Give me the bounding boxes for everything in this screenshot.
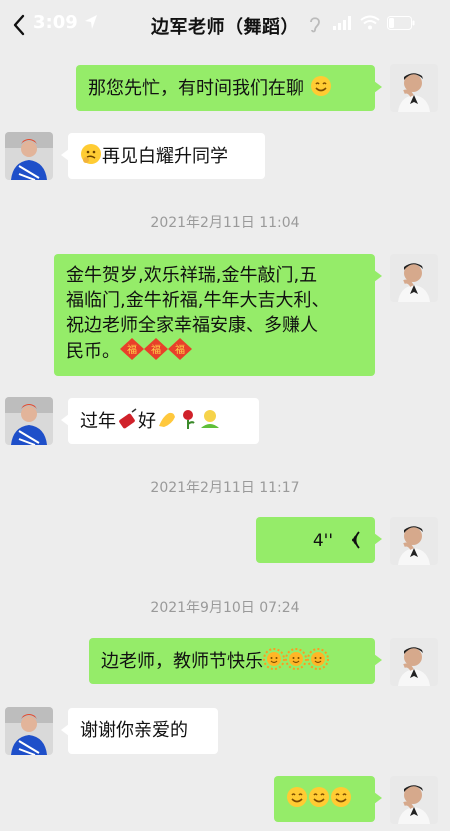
smile-emoji-icon (287, 787, 307, 807)
message-text: 民币。 (66, 341, 120, 362)
firecracker-emoji-icon (119, 408, 137, 429)
wifi-icon (360, 15, 380, 30)
svg-text:福: 福 (127, 343, 137, 356)
clapping-hands-emoji-icon (159, 412, 175, 427)
message-text: 那您先忙，有时间我们在聊 (88, 78, 304, 99)
fu-emoji-icon: 福 (168, 338, 192, 360)
title-bar: 3:09 边军老师（舞蹈） (0, 0, 450, 52)
rose-emoji-icon (183, 410, 195, 429)
message-bubble-received[interactable]: 再见白耀升同学 (61, 133, 265, 179)
message-text-line: 福临门,金牛祈福,牛年大吉大利、 (66, 290, 330, 311)
message-bubble-sent[interactable]: 金牛贺岁,欢乐祥瑞,金牛敲门,五 福临门,金牛祈福,牛年大吉大利、 祝边老师全家… (54, 254, 382, 376)
smile-emoji-icon (309, 787, 329, 807)
message-text-line: 金牛贺岁,欢乐祥瑞,金牛敲门,五 (66, 265, 318, 286)
signal-icon (333, 16, 351, 30)
message-text: 再见白耀升同学 (102, 146, 228, 167)
avatar-me[interactable] (390, 254, 438, 302)
fu-emoji-icon: 福 (120, 338, 144, 360)
battery-icon (387, 16, 415, 30)
hugging-emoji-icon (201, 410, 219, 428)
message-bubble-sent[interactable]: 边老师，教师节快乐 (89, 638, 382, 684)
message-text: 过年 (80, 411, 116, 432)
ear-icon (310, 17, 320, 33)
timestamp: 2021年9月10日 07:24 (150, 600, 300, 616)
message-text: 好 (138, 411, 156, 432)
message-bubble-received[interactable]: 谢谢你亲爱的 (61, 708, 218, 754)
avatar-contact[interactable] (5, 397, 53, 445)
timestamp: 2021年2月11日 11:17 (150, 480, 300, 496)
fu-emoji-icon: 福 (144, 338, 168, 360)
sun-emoji-icon (285, 648, 307, 670)
message-text: 谢谢你亲爱的 (80, 720, 188, 741)
avatar-contact[interactable] (5, 132, 53, 180)
chat-title: 边军老师（舞蹈） (151, 17, 299, 38)
avatar-me[interactable] (390, 776, 438, 824)
svg-text:福: 福 (175, 343, 185, 356)
message-bubble-sent[interactable]: 那您先忙，有时间我们在聊 (76, 65, 382, 111)
avatar-me[interactable] (390, 517, 438, 565)
svg-text:福: 福 (151, 343, 161, 356)
message-text-line: 祝边老师全家幸福安康、多赚人 (66, 315, 318, 336)
sun-emoji-icon (307, 648, 329, 670)
voice-wave-icon (352, 531, 360, 549)
message-bubble-sent[interactable] (274, 776, 382, 822)
message-text: 边老师，教师节快乐 (101, 651, 263, 672)
voice-message-bubble[interactable]: 4'' (256, 517, 382, 563)
smile-emoji-icon (331, 787, 351, 807)
smile-emoji-icon (310, 76, 331, 96)
thinking-emoji-icon (81, 144, 101, 164)
sun-emoji-icon (263, 648, 285, 670)
message-bubble-received[interactable]: 过年 好 (61, 398, 259, 444)
avatar-contact[interactable] (5, 707, 53, 755)
avatar-me[interactable] (390, 64, 438, 112)
voice-duration: 4'' (312, 531, 333, 551)
avatar-me[interactable] (390, 638, 438, 686)
message-text-line: 民币。福福福 (66, 338, 363, 364)
timestamp: 2021年2月11日 11:04 (150, 215, 300, 231)
